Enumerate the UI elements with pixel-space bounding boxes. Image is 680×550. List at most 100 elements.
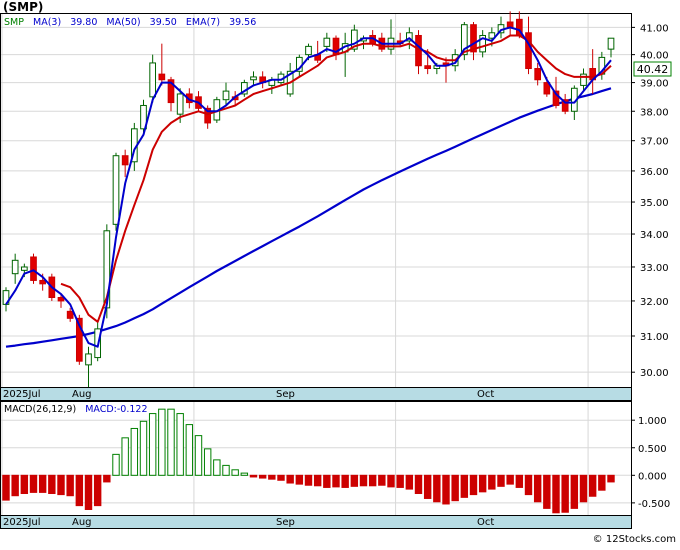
price-tick-label: 31.00 <box>640 332 669 343</box>
macd-bar-negative <box>460 474 469 498</box>
macd-bar-negative <box>93 474 102 507</box>
macd-bar-negative <box>469 474 478 496</box>
macd-bar-negative <box>433 474 441 503</box>
price-tick-label: 37.00 <box>640 137 669 148</box>
legend-ma50-value: 39.50 <box>150 17 177 28</box>
macd-bar-negative <box>29 474 38 493</box>
candle-body-up <box>20 266 28 271</box>
price-tick-label: 36.00 <box>640 167 669 178</box>
macd-bar-negative <box>84 474 93 510</box>
macd-bar-negative <box>295 474 304 485</box>
candle-body-down <box>534 68 542 81</box>
candle-body-down <box>66 310 74 319</box>
macd-bar-negative <box>396 474 404 488</box>
candle-body-up <box>112 155 120 225</box>
date-label-aug: Aug <box>72 389 92 400</box>
chart-title: (SMP) <box>3 0 43 14</box>
macd-bar-negative <box>350 474 359 487</box>
macd-bar-negative <box>359 474 368 487</box>
candle <box>240 79 248 97</box>
macd-bar-negative <box>2 474 10 501</box>
macd-date-label-sep: Sep <box>276 517 295 528</box>
price-date-band <box>0 387 632 401</box>
price-legend: SMP MA(3) 39.80 MA(50) 39.50 EMA(7) 39.5… <box>4 17 256 28</box>
macd-bar-negative <box>20 474 29 495</box>
macd-date-label-oct: Oct <box>477 517 494 528</box>
legend-ema7-label: EMA(7) <box>186 17 220 28</box>
macd-bar-negative <box>304 474 313 486</box>
macd-tick-label: 0.000 <box>638 471 667 482</box>
macd-bar-negative <box>506 474 514 485</box>
stock-chart: (SMP) SMP MA(3) 39.80 MA(50) 39.50 EMA(7… <box>0 0 680 546</box>
last-price-label: 40.42 <box>637 63 669 76</box>
macd-bar-positive <box>222 464 230 476</box>
macd-tick-label: 0.500 <box>638 444 667 455</box>
macd-bar-negative <box>368 474 377 487</box>
macd-bar-positive <box>148 413 157 476</box>
macd-date-label-jul: 2025Jul <box>3 517 41 528</box>
macd-bar-negative <box>313 474 322 487</box>
macd-bar-negative <box>552 474 560 514</box>
macd-bar-negative <box>579 474 588 503</box>
macd-legend: MACD(26,12,9) MACD:-0.122 <box>4 404 148 415</box>
price-tick-label: 39.00 <box>640 79 669 90</box>
price-tick-label: 30.00 <box>640 368 669 379</box>
candle-body-up <box>580 73 587 86</box>
candle-body-up <box>250 76 257 81</box>
macd-bar-positive <box>130 427 139 476</box>
macd-bar-positive <box>185 424 194 476</box>
macd-bar-negative <box>258 474 267 479</box>
macd-bar-positive <box>158 408 166 476</box>
macd-bar-positive <box>203 448 212 476</box>
chart-canvas: (SMP) SMP MA(3) 39.80 MA(50) 39.50 EMA(7… <box>0 0 676 545</box>
macd-bar-negative <box>48 474 56 495</box>
macd-bar-negative <box>451 474 459 502</box>
macd-bar-positive <box>176 413 184 476</box>
macd-bar-positive <box>240 472 249 476</box>
macd-bar-positive <box>194 435 203 476</box>
price-tick-label: 33.00 <box>640 263 669 274</box>
candle-body-down <box>424 65 432 70</box>
candle <box>112 152 120 231</box>
candle-body-up <box>222 90 230 101</box>
price-tick-label: 38.00 <box>640 107 669 118</box>
macd-bar-negative <box>497 474 505 487</box>
macd-legend-label: MACD(26,12,9) <box>4 404 76 415</box>
macd-bar-positive <box>167 408 175 476</box>
macd-tick-label: -0.500 <box>638 499 670 510</box>
macd-bar-negative <box>38 474 47 493</box>
macd-bar-negative <box>533 474 542 503</box>
macd-bar-negative <box>75 474 84 507</box>
price-y-axis: 41.00 40.00 39.00 38.00 37.00 36.00 35.00 34.00… <box>631 23 669 379</box>
candle-body-down <box>121 155 129 166</box>
macd-bar-negative <box>607 474 615 483</box>
macd-bar-negative <box>268 474 276 480</box>
macd-bar-positive <box>139 420 148 476</box>
candle-body-up <box>305 45 312 56</box>
legend-ma50-label: MA(50) <box>106 17 140 28</box>
macd-bar-negative <box>341 474 349 488</box>
macd-y-axis: 1.000 0.500 0.000 -0.500 <box>631 416 670 510</box>
macd-bar-negative <box>561 474 569 513</box>
macd-legend-value: MACD:-0.122 <box>85 404 147 415</box>
candle-body-up <box>607 37 615 50</box>
macd-bar-negative <box>387 474 395 488</box>
macd-bar-negative <box>249 474 258 478</box>
macd-bar-negative <box>332 474 340 488</box>
macd-bar-negative <box>543 474 551 509</box>
legend-ma3-label: MA(3) <box>33 17 61 28</box>
macd-bar-negative <box>570 474 579 509</box>
macd-bar-positive <box>121 437 129 476</box>
macd-bar-negative <box>524 474 533 496</box>
macd-bar-negative <box>488 474 496 490</box>
candle-body-down <box>158 73 166 81</box>
macd-bar-positive <box>231 469 239 476</box>
macd-bar-negative <box>66 474 74 497</box>
macd-bar-negative <box>598 474 606 491</box>
macd-date-label-aug: Aug <box>72 517 92 528</box>
macd-date-band <box>0 515 632 529</box>
candle-body-down <box>30 256 37 281</box>
macd-bar-negative <box>11 474 19 497</box>
price-tick-label: 32.00 <box>640 297 669 308</box>
macd-bar-positive <box>112 453 120 476</box>
